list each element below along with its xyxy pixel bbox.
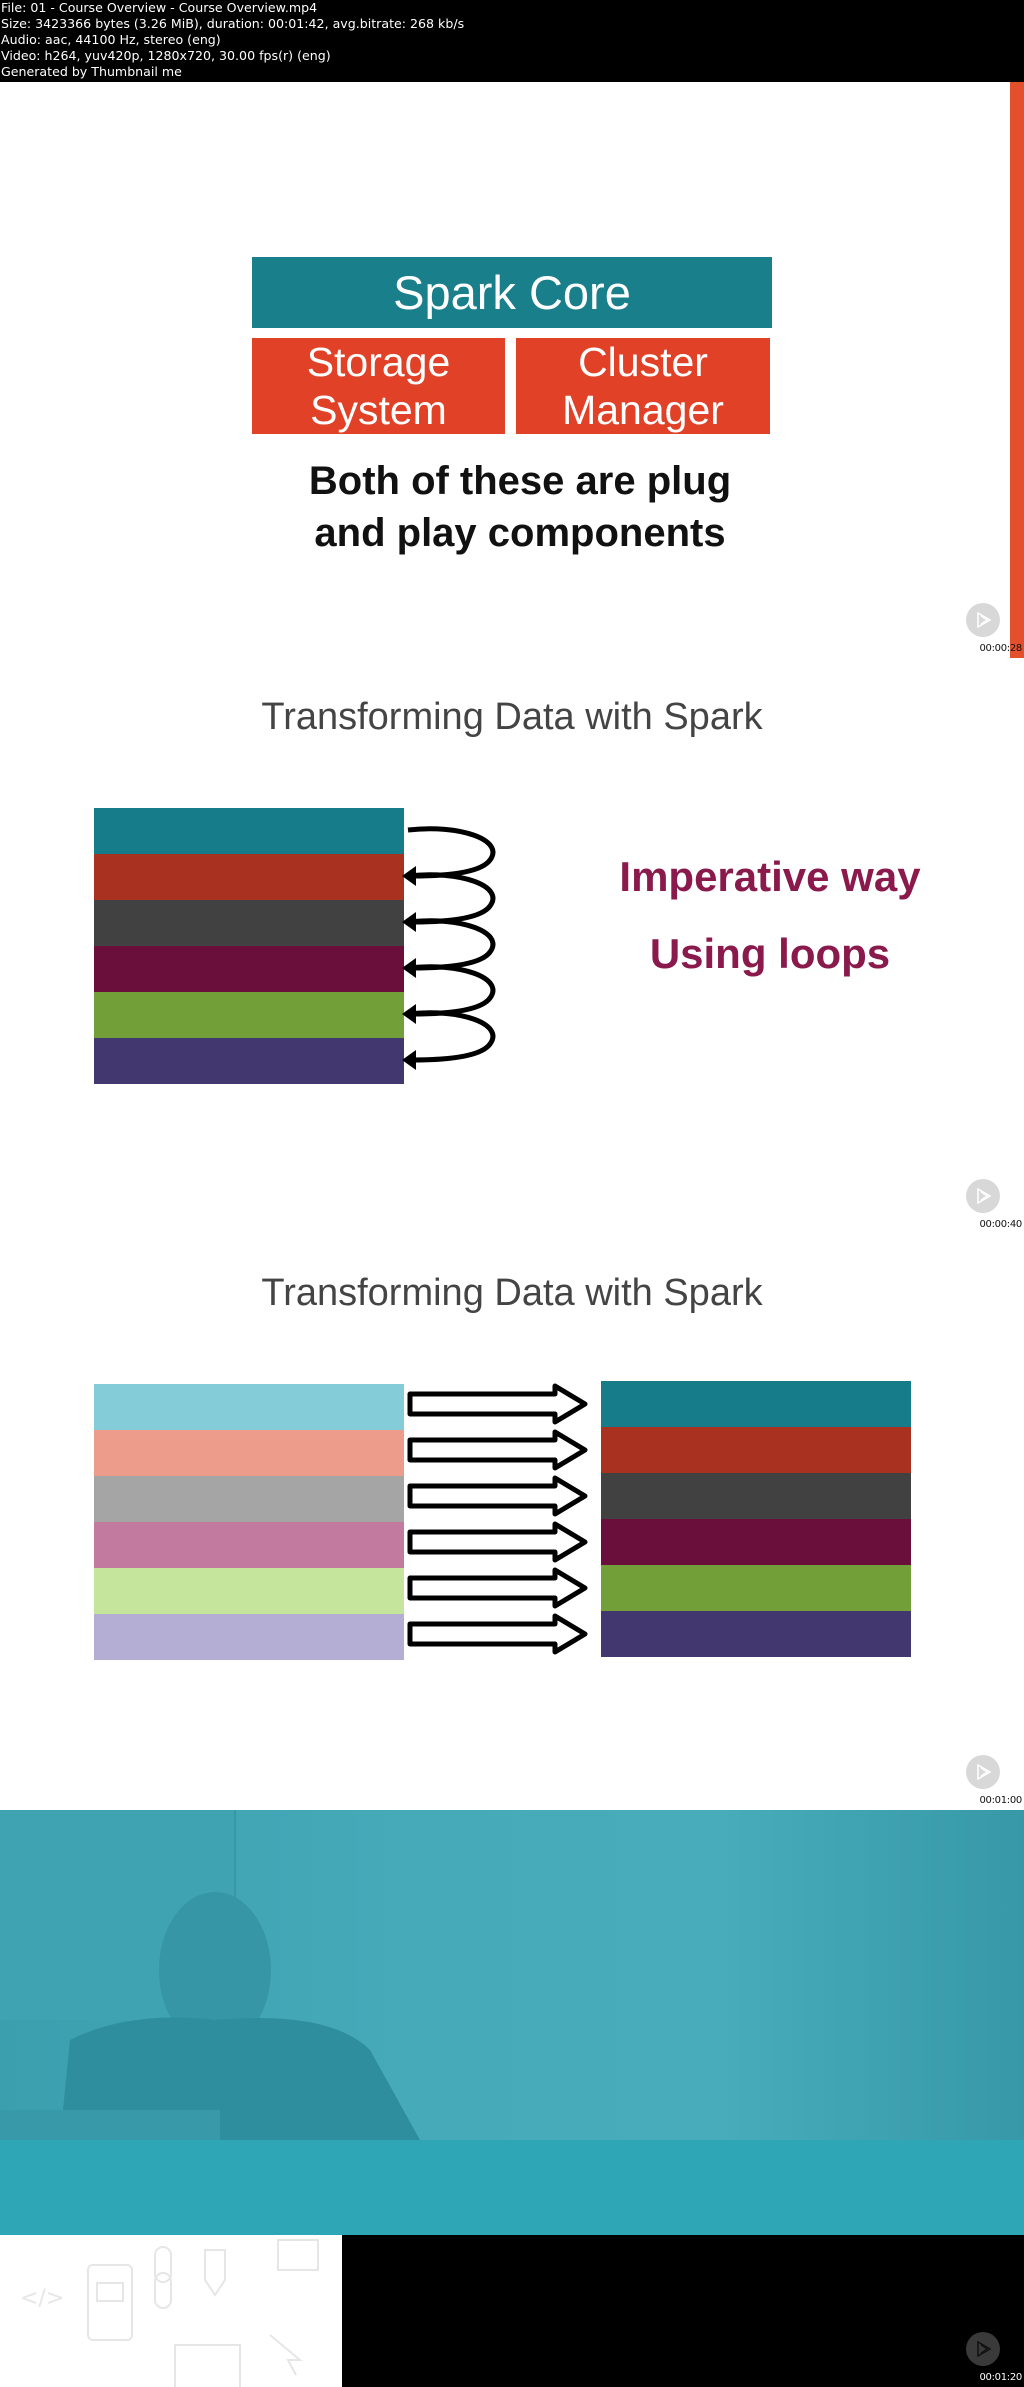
data-stripe: [601, 1611, 911, 1657]
black-area: [342, 2235, 1024, 2387]
loop-arrow: [407, 872, 496, 925]
data-stripe: [94, 808, 404, 854]
data-stripe: [601, 1473, 911, 1519]
data-stripe: [94, 1038, 404, 1084]
loop-arrow: [407, 964, 496, 1017]
data-stripe: [601, 1565, 911, 1611]
video-info-header: File: 01 - Course Overview - Course Over…: [0, 0, 1024, 82]
loop-arrow: [407, 918, 496, 971]
loop-arrows: [402, 826, 496, 1070]
play-button[interactable]: [966, 603, 1000, 637]
cluster-manager-box: Cluster Manager: [516, 338, 770, 434]
loop-arrow: [407, 826, 496, 879]
spark-core-box: Spark Core: [252, 257, 772, 328]
play-button[interactable]: [966, 1755, 1000, 1789]
timestamp: 00:01:20: [979, 2372, 1022, 2383]
play-icon: [977, 1763, 992, 1781]
thumbnail-frame-3[interactable]: Transforming Data with Spark 00:01:00: [0, 1234, 1024, 1810]
storage-system-box: Storage System: [252, 338, 505, 434]
play-icon: [977, 1187, 992, 1205]
accent-bar: [1010, 82, 1024, 658]
thumbnail-frame-4[interactable]: </> 00:01:20: [0, 1810, 1024, 2387]
transform-arrow: [407, 1613, 588, 1655]
thumbnail-frame-1[interactable]: Spark Core Storage System Cluster Manage…: [0, 82, 1024, 658]
transform-arrows: [407, 1383, 588, 1655]
play-button[interactable]: [966, 2332, 1000, 2366]
data-stripe: [94, 1384, 404, 1430]
timestamp: 00:00:40: [979, 1219, 1022, 1230]
data-stripe: [601, 1519, 911, 1565]
presenter-silhouette: [0, 1810, 420, 2140]
loop-arrow: [407, 1010, 496, 1063]
transform-arrow: [407, 1475, 588, 1517]
data-stripe: [94, 1568, 404, 1614]
data-stripe: [94, 1614, 404, 1660]
play-icon: [977, 611, 992, 629]
svg-text:</>: </>: [20, 2286, 64, 2311]
transform-arrow: [407, 1567, 588, 1609]
presenter-video-area: [0, 1810, 1024, 2140]
plug-and-play-caption: Both of these are plug and play componen…: [308, 459, 732, 555]
tech-icons-pattern: </>: [20, 2239, 319, 2387]
data-stripe: [94, 1522, 404, 1568]
imperative-way-text: Imperative way: [619, 853, 921, 900]
thumbnail-frame-2[interactable]: Transforming Data with Spark Imperative …: [0, 658, 1024, 1234]
slide-title: Transforming Data with Spark: [261, 1272, 763, 1314]
slide-title: Transforming Data with Spark: [261, 696, 763, 738]
play-button[interactable]: [966, 1179, 1000, 1213]
icon-pattern-background: </>: [0, 2235, 342, 2387]
data-stripe: [94, 1476, 404, 1522]
play-icon: [977, 2340, 992, 2358]
data-stripe: [94, 854, 404, 900]
timestamp: 00:01:00: [979, 1795, 1022, 1806]
data-stripe: [94, 992, 404, 1038]
data-stripe: [601, 1381, 911, 1427]
size-info: Size: 3423366 bytes (3.26 MiB), duration…: [1, 16, 465, 31]
transform-arrow: [407, 1521, 588, 1563]
transform-arrow: [407, 1429, 588, 1471]
data-stripe: [94, 946, 404, 992]
transform-arrow: [407, 1383, 588, 1425]
file-info: File: 01 - Course Overview - Course Over…: [1, 0, 318, 15]
audio-info: Audio: aac, 44100 Hz, stereo (eng): [1, 32, 221, 47]
data-stripe: [94, 900, 404, 946]
data-stripe: [601, 1427, 911, 1473]
arrow-head: [402, 1050, 416, 1070]
video-info: Video: h264, yuv420p, 1280x720, 30.00 fp…: [1, 48, 331, 63]
data-stripe: [94, 1430, 404, 1476]
using-loops-text: Using loops: [649, 930, 891, 977]
timestamp: 00:00:28: [979, 643, 1022, 654]
generator-info: Generated by Thumbnail me: [1, 64, 182, 79]
teal-banner: [0, 2140, 1024, 2235]
